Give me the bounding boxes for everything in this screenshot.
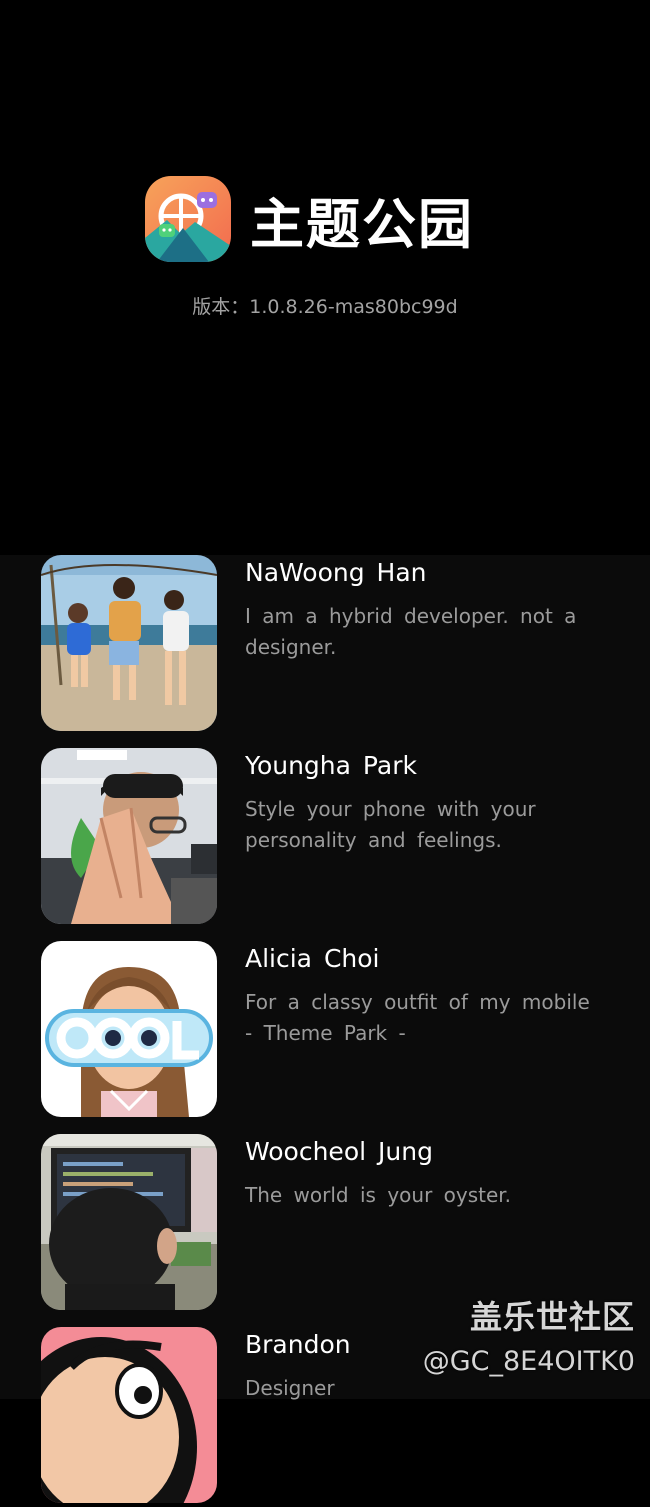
person-name: Alicia Choi — [245, 944, 380, 973]
avatar — [41, 941, 217, 1117]
list-item: NaWoong Han I am a hybrid developer. not… — [0, 555, 650, 735]
person-description: Designer — [245, 1376, 335, 1400]
theme-park-logo-icon — [145, 176, 231, 262]
person-name: Youngha Park — [245, 751, 417, 780]
list-item: Youngha Park Style your phone with your … — [0, 748, 650, 928]
person-description: Style your phone with your personality a… — [245, 797, 536, 852]
version-text: 版本：1.0.8.26-mas80bc99d — [192, 296, 458, 318]
person-name: Brandon — [245, 1330, 351, 1359]
watermark-handle: @GC_8E4OITK0 — [422, 1346, 635, 1377]
person-name: Woocheol Jung — [245, 1137, 433, 1166]
app-name: 主题公园 — [250, 192, 474, 256]
app-title-row: 主题公园 — [145, 176, 474, 262]
avatar — [41, 555, 217, 731]
team-list[interactable]: NaWoong Han I am a hybrid developer. not… — [0, 555, 650, 1503]
person-description: The world is your oyster. — [245, 1183, 512, 1207]
list-item: Woocheol Jung The world is your oyster. — [0, 1134, 650, 1314]
watermark: 盖乐世社区 @GC_8E4OITK0 — [423, 1292, 635, 1377]
about-header: 主题公园 版本：1.0.8.26-mas80bc99d — [0, 0, 650, 555]
list-item: Alicia Choi For a classy outfit of my mo… — [0, 941, 650, 1121]
person-description: For a classy outfit of my mobile - Theme… — [245, 990, 590, 1045]
avatar — [41, 748, 217, 924]
person-name: NaWoong Han — [245, 558, 427, 587]
person-description: I am a hybrid developer. not a designer. — [245, 604, 577, 659]
avatar — [41, 1327, 217, 1503]
avatar — [41, 1134, 217, 1310]
watermark-title: 盖乐世社区 — [469, 1298, 635, 1336]
